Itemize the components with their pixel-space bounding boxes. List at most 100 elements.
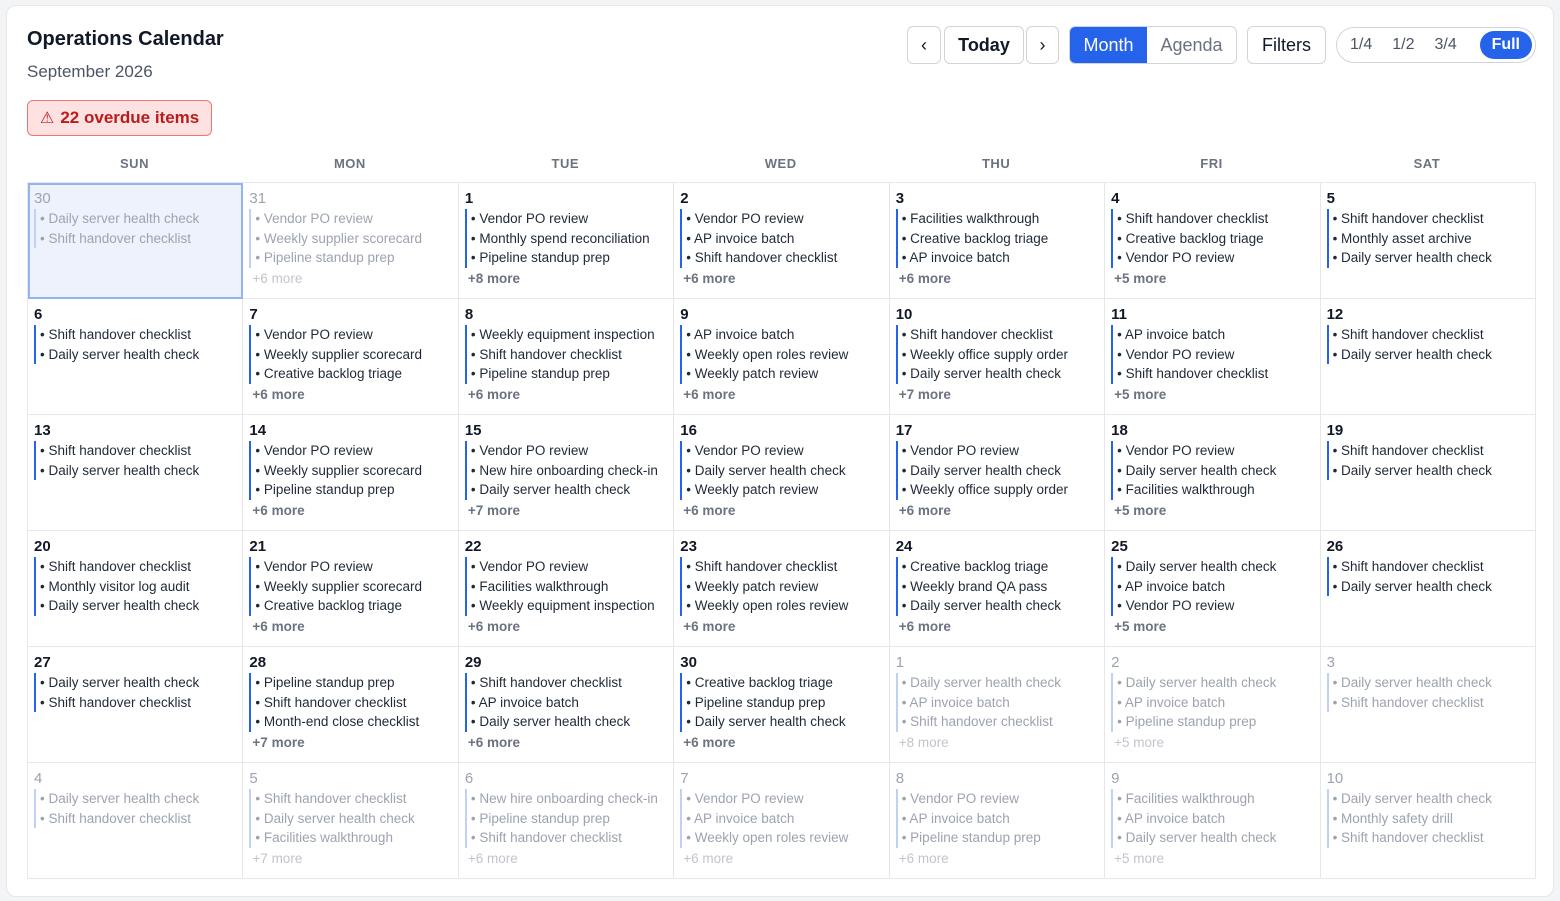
event-item[interactable]: • Creative backlog triage bbox=[895, 228, 1098, 248]
event-item[interactable]: • Pipeline standup prep bbox=[249, 673, 451, 693]
event-item[interactable]: • Daily server health check bbox=[34, 209, 236, 229]
event-item[interactable]: • Weekly patch review bbox=[680, 364, 882, 384]
event-item[interactable]: • Facilities walkthrough bbox=[1111, 480, 1313, 500]
day-cell[interactable]: 7 • Vendor PO review • AP invoice batch • W… bbox=[674, 763, 890, 879]
view-agenda-tab[interactable]: Agenda bbox=[1147, 27, 1236, 63]
event-item[interactable]: • AP invoice batch bbox=[680, 325, 882, 345]
more-events-link[interactable]: +8 more bbox=[896, 732, 1098, 754]
event-item[interactable]: • Daily server health check bbox=[1326, 460, 1529, 480]
day-cell[interactable]: 10 • Shift handover checklist • Weekly off… bbox=[889, 299, 1106, 415]
more-events-link[interactable]: +6 more bbox=[465, 384, 667, 406]
event-item[interactable]: • Shift handover checklist bbox=[1326, 325, 1529, 345]
event-item[interactable]: • New hire onboarding check-in bbox=[464, 460, 667, 480]
day-cell[interactable]: 23 • Shift handover checklist • Weekly pat… bbox=[674, 531, 890, 647]
event-item[interactable]: • Shift handover checklist bbox=[1326, 209, 1529, 229]
event-item[interactable]: • Vendor PO review bbox=[680, 789, 882, 809]
event-item[interactable]: • Daily server health check bbox=[1111, 460, 1313, 480]
event-item[interactable]: • Monthly safety drill bbox=[1326, 808, 1529, 828]
day-cell[interactable]: 24 • Creative backlog triage • Weekly bran… bbox=[889, 531, 1106, 647]
event-item[interactable]: • Shift handover checklist bbox=[1326, 441, 1529, 461]
event-item[interactable]: • Vendor PO review bbox=[895, 789, 1098, 809]
event-item[interactable]: • Pipeline standup prep bbox=[464, 808, 667, 828]
event-item[interactable]: • Vendor PO review bbox=[464, 209, 667, 229]
event-item[interactable]: • Daily server health check bbox=[895, 673, 1098, 693]
event-item[interactable]: • Daily server health check bbox=[464, 480, 667, 500]
event-item[interactable]: • Daily server health check bbox=[34, 789, 236, 809]
event-item[interactable]: • Weekly supplier scorecard bbox=[249, 576, 451, 596]
event-item[interactable]: • Shift handover checklist bbox=[464, 673, 667, 693]
event-item[interactable]: • Shift handover checklist bbox=[1326, 692, 1529, 712]
day-cell[interactable]: 26 • Shift handover checklist • Daily serv… bbox=[1320, 531, 1536, 647]
event-item[interactable]: • Weekly supplier scorecard bbox=[249, 460, 451, 480]
event-item[interactable]: • Month-end close checklist bbox=[249, 712, 451, 732]
more-events-link[interactable]: +5 more bbox=[1111, 732, 1313, 754]
event-item[interactable]: • Pipeline standup prep bbox=[249, 480, 451, 500]
event-item[interactable]: • Pipeline standup prep bbox=[249, 248, 451, 268]
event-item[interactable]: • Shift handover checklist bbox=[680, 248, 882, 268]
event-item[interactable]: • Creative backlog triage bbox=[895, 557, 1098, 577]
more-events-link[interactable]: +7 more bbox=[465, 500, 667, 522]
day-cell[interactable]: 5 • Shift handover checklist • Daily serve… bbox=[243, 763, 459, 879]
event-item[interactable]: • Daily server health check bbox=[1111, 673, 1313, 693]
event-item[interactable]: • AP invoice batch bbox=[895, 808, 1098, 828]
event-item[interactable]: • Weekly office supply order bbox=[895, 344, 1098, 364]
next-month-button[interactable]: › bbox=[1026, 26, 1059, 64]
more-events-link[interactable]: +7 more bbox=[249, 848, 451, 870]
event-item[interactable]: • AP invoice batch bbox=[1111, 576, 1313, 596]
day-cell[interactable]: 29 • Shift handover checklist • AP invoice… bbox=[458, 647, 675, 763]
day-cell[interactable]: 20 • Shift handover checklist • Monthly vi… bbox=[28, 531, 244, 647]
day-cell[interactable]: 6 • New hire onboarding check-in • Pipelin… bbox=[458, 763, 675, 879]
event-item[interactable]: • AP invoice batch bbox=[680, 228, 882, 248]
more-events-link[interactable]: +5 more bbox=[1111, 500, 1313, 522]
event-item[interactable]: • Daily server health check bbox=[895, 596, 1098, 616]
event-item[interactable]: • AP invoice batch bbox=[464, 692, 667, 712]
day-cell[interactable]: 5 • Shift handover checklist • Monthly ass… bbox=[1320, 183, 1536, 299]
event-item[interactable]: • Pipeline standup prep bbox=[464, 248, 667, 268]
more-events-link[interactable]: +6 more bbox=[896, 500, 1098, 522]
event-item[interactable]: • Vendor PO review bbox=[249, 209, 451, 229]
event-item[interactable]: • Vendor PO review bbox=[249, 441, 451, 461]
event-item[interactable]: • Facilities walkthrough bbox=[895, 209, 1098, 229]
more-events-link[interactable]: +7 more bbox=[249, 732, 451, 754]
event-item[interactable]: • Pipeline standup prep bbox=[895, 828, 1098, 848]
event-item[interactable]: • Daily server health check bbox=[1326, 344, 1529, 364]
day-cell[interactable]: 31 • Vendor PO review • Weekly supplier sc… bbox=[243, 183, 459, 299]
event-item[interactable]: • Creative backlog triage bbox=[249, 364, 451, 384]
more-events-link[interactable]: +6 more bbox=[249, 384, 451, 406]
event-item[interactable]: • Weekly supplier scorecard bbox=[249, 344, 451, 364]
more-events-link[interactable]: +6 more bbox=[896, 268, 1098, 290]
event-item[interactable]: • Shift handover checklist bbox=[34, 808, 236, 828]
event-item[interactable]: • Shift handover checklist bbox=[249, 692, 451, 712]
event-item[interactable]: • Shift handover checklist bbox=[895, 712, 1098, 732]
event-item[interactable]: • Shift handover checklist bbox=[34, 692, 236, 712]
more-events-link[interactable]: +6 more bbox=[465, 732, 667, 754]
event-item[interactable]: • Daily server health check bbox=[464, 712, 667, 732]
day-cell[interactable]: 9 • Facilities walkthrough • AP invoice ba… bbox=[1105, 763, 1321, 879]
day-cell[interactable]: 4 • Daily server health check • Shift hand… bbox=[28, 763, 244, 879]
more-events-link[interactable]: +6 more bbox=[680, 616, 882, 638]
day-cell[interactable]: 1 • Vendor PO review • Monthly spend recon… bbox=[458, 183, 675, 299]
day-cell[interactable]: 6 • Shift handover checklist • Daily serve… bbox=[28, 299, 244, 415]
event-item[interactable]: • Daily server health check bbox=[1111, 828, 1313, 848]
more-events-link[interactable]: +6 more bbox=[896, 616, 1098, 638]
event-item[interactable]: • Shift handover checklist bbox=[34, 325, 236, 345]
day-cell[interactable]: 17 • Vendor PO review • Daily server healt… bbox=[889, 415, 1106, 531]
event-item[interactable]: • Daily server health check bbox=[680, 712, 882, 732]
event-item[interactable]: • Weekly office supply order bbox=[895, 480, 1098, 500]
more-events-link[interactable]: +6 more bbox=[896, 848, 1098, 870]
event-item[interactable]: • Monthly asset archive bbox=[1326, 228, 1529, 248]
event-item[interactable]: • Pipeline standup prep bbox=[1111, 712, 1313, 732]
zoom-three-quarter[interactable]: 3/4 bbox=[1425, 31, 1467, 59]
event-item[interactable]: • Shift handover checklist bbox=[680, 557, 882, 577]
event-item[interactable]: • Shift handover checklist bbox=[34, 441, 236, 461]
day-cell[interactable]: 9 • AP invoice batch • Weekly open roles r… bbox=[674, 299, 890, 415]
day-cell[interactable]: 30 • Daily server health check • Shift han… bbox=[28, 183, 244, 299]
event-item[interactable]: • Shift handover checklist bbox=[1326, 828, 1529, 848]
event-item[interactable]: • Daily server health check bbox=[680, 460, 882, 480]
event-item[interactable]: • Daily server health check bbox=[1326, 789, 1529, 809]
event-item[interactable]: • Daily server health check bbox=[895, 364, 1098, 384]
event-item[interactable]: • Vendor PO review bbox=[1111, 441, 1313, 461]
more-events-link[interactable]: +5 more bbox=[1111, 268, 1313, 290]
more-events-link[interactable]: +6 more bbox=[249, 616, 451, 638]
event-item[interactable]: • Shift handover checklist bbox=[249, 789, 451, 809]
